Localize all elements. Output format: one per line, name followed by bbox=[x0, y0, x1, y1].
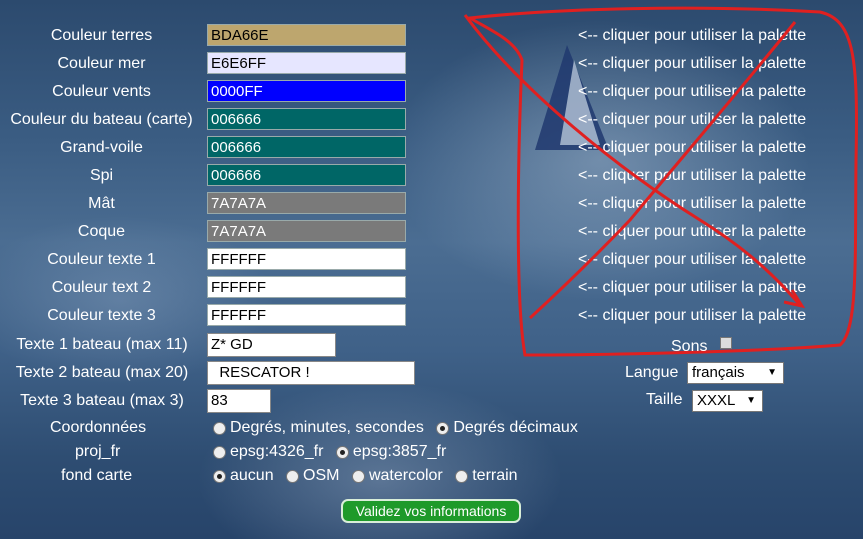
fond-aucun-radio[interactable] bbox=[213, 469, 226, 483]
submit-button[interactable]: Validez vos informations bbox=[341, 499, 521, 523]
proj-4326-label: epsg:4326_fr bbox=[230, 443, 324, 460]
fond-options: aucun OSM watercolor terrain bbox=[213, 467, 526, 485]
fond-osm-radio[interactable] bbox=[286, 469, 300, 483]
proj-options: epsg:4326_fr epsg:3857_fr bbox=[213, 443, 454, 461]
fond-watercolor-radio[interactable] bbox=[351, 469, 365, 483]
taille-value: XXXL bbox=[697, 392, 736, 409]
langue-select[interactable]: français ▼ bbox=[687, 362, 784, 384]
langue-value: français bbox=[692, 364, 745, 381]
coord-dms-radio[interactable] bbox=[213, 421, 226, 435]
proj-3857-radio[interactable] bbox=[335, 445, 349, 459]
fond-terrain-label: terrain bbox=[472, 467, 518, 484]
sons-checkbox[interactable] bbox=[720, 337, 732, 349]
texte1-label: Texte 1 bateau (max 11) bbox=[16, 336, 188, 353]
fond-osm-label: OSM bbox=[303, 467, 340, 484]
taille-label: Taille bbox=[646, 391, 683, 408]
taille-select[interactable]: XXXL ▼ bbox=[692, 390, 763, 412]
fond-label: fond carte bbox=[61, 467, 133, 484]
texte2-label: Texte 2 bateau (max 20) bbox=[15, 364, 189, 381]
texte3-input[interactable]: 83 bbox=[207, 389, 271, 413]
fond-watercolor-label: watercolor bbox=[368, 467, 443, 484]
coord-decimal-label: Degrés décimaux bbox=[453, 419, 578, 436]
proj-label: proj_fr bbox=[75, 443, 121, 460]
fond-terrain-radio[interactable] bbox=[455, 469, 469, 483]
fond-aucun-label: aucun bbox=[230, 467, 274, 484]
texte3-label: Texte 3 bateau (max 3) bbox=[20, 392, 184, 409]
coordonnees-options: Degrés, minutes, secondes Degrés décimau… bbox=[213, 419, 586, 437]
langue-label: Langue bbox=[625, 364, 679, 381]
texte1-input[interactable]: Z* GD bbox=[207, 333, 336, 357]
coord-dms-label: Degrés, minutes, secondes bbox=[230, 419, 424, 436]
chevron-down-icon: ▼ bbox=[767, 367, 777, 378]
sons-label: Sons bbox=[671, 338, 708, 355]
coord-decimal-radio[interactable] bbox=[436, 421, 450, 435]
texte2-input[interactable]: RESCATOR ! bbox=[207, 361, 415, 385]
coordonnees-label: Coordonnées bbox=[50, 419, 147, 436]
chevron-down-icon: ▼ bbox=[746, 395, 756, 406]
proj-3857-label: epsg:3857_fr bbox=[352, 443, 447, 460]
proj-4326-radio[interactable] bbox=[213, 445, 226, 459]
